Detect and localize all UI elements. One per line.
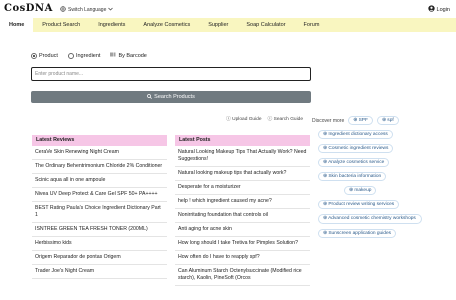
discover-tag[interactable]: ⊕ spf — [376, 116, 399, 125]
tag-label: Product review writing services — [328, 202, 395, 207]
nav-supplier[interactable]: Supplier — [199, 18, 237, 32]
chevron-down-icon — [108, 7, 114, 13]
discover-tag[interactable]: ⊕ Skin bacteria information — [318, 172, 387, 181]
tag-label: Skin bacteria information — [328, 174, 382, 179]
post-item[interactable]: How often do I have to reapply spf? — [175, 251, 310, 265]
tag-label: Analyze cosmetics service — [328, 160, 385, 165]
discover-tag[interactable]: ⊕ Cosmetic ingredient reviews — [318, 144, 394, 153]
tag-label: Advanced cosmetic chemistry workshops — [328, 216, 416, 221]
nav-home[interactable]: Home — [0, 18, 34, 32]
review-item[interactable]: The Ordinary Behentrimonium Chloride 2% … — [32, 160, 167, 174]
radio-ingredient[interactable]: Ingredient — [67, 52, 101, 59]
tag-label: Sunscreen application guides — [328, 231, 392, 236]
search-guide-label: Search Guide — [273, 117, 303, 122]
latest-reviews-panel: Latest Reviews CeraVe Skin Renewing Nigh… — [32, 135, 167, 279]
user-icon — [427, 5, 435, 14]
review-item[interactable]: CeraVe Skin Renewing Night Cream — [32, 146, 167, 160]
review-item[interactable]: BEST Rating Paula's Choice Ingredient Di… — [32, 202, 167, 223]
review-item[interactable]: Nivea UV Deep Protect & Care Gel SPF 50+… — [32, 188, 167, 202]
tag-label: spf — [387, 118, 394, 123]
nav-ingredients[interactable]: Ingredients — [89, 18, 134, 32]
login-button[interactable]: Login — [427, 5, 450, 14]
discover-tag[interactable]: ⊕ Advanced cosmetic chemistry workshops — [318, 214, 422, 224]
discover-tag[interactable]: ⊕ Analyze cosmetics service — [318, 158, 390, 167]
radio-selected-icon — [31, 52, 37, 59]
latest-reviews-title: Latest Reviews — [32, 135, 167, 146]
post-item[interactable]: Can Aluminum Starch Octenylsuccinate (Mo… — [175, 265, 310, 286]
radio-product[interactable]: Product — [31, 52, 58, 59]
nav-forum[interactable]: Forum — [295, 18, 329, 32]
discover-tag[interactable]: ⊕ SPF — [348, 116, 373, 125]
tag-label: Cosmetic ingredient reviews — [328, 146, 389, 151]
search-type-options: Product Ingredient By Barcode — [31, 52, 147, 59]
discover-tag[interactable]: ⊕ Product review writing services — [318, 200, 400, 209]
tag-label: makeup — [354, 188, 372, 193]
review-item[interactable]: Origem Reparador de pontas Origem — [32, 251, 167, 265]
site-logo[interactable]: CosDNA — [4, 3, 53, 14]
latest-posts-title: Latest Posts — [175, 135, 310, 146]
info-icon: ⓘ — [226, 117, 231, 122]
post-item[interactable]: Desperate for a moisturizer — [175, 181, 310, 195]
post-item[interactable]: Natural Looking Makeup Tips That Actuall… — [175, 146, 310, 167]
radio-unselected-icon — [67, 52, 74, 59]
review-item[interactable]: Trader Joe's Night Cream — [32, 265, 167, 279]
post-item[interactable]: Natural looking makeup tips that actuall… — [175, 167, 310, 181]
radio-product-label: Product — [39, 52, 58, 59]
post-item[interactable]: Anti aging for acne skin — [175, 223, 310, 237]
discover-label: Discover more — [312, 117, 345, 124]
search-products-label: Search Products — [154, 94, 195, 100]
guide-links: ⓘ Upload Guide ⓘ Search Guide — [226, 115, 303, 122]
upload-guide-label: Upload Guide — [232, 117, 262, 122]
globe-icon — [60, 6, 66, 14]
login-label: Login — [436, 6, 450, 13]
tag-label: SPF — [358, 118, 368, 123]
review-item[interactable]: Herbissimo kids — [32, 237, 167, 251]
review-item[interactable]: ISNTREE GREEN TEA FRESH TONER (200ML) — [32, 223, 167, 237]
barcode-icon — [110, 52, 116, 59]
main-nav: Home Product Search Ingredients Analyze … — [0, 18, 456, 32]
barcode-label: By Barcode — [118, 52, 147, 59]
latest-posts-panel: Latest Posts Natural Looking Makeup Tips… — [175, 135, 310, 286]
discover-more-panel: Discover more ⊕ SPF ⊕ spf ⊕ Ingredient d… — [312, 116, 430, 241]
product-search-input[interactable]: Enter product name... — [31, 67, 311, 81]
search-icon — [147, 93, 153, 101]
language-switcher[interactable]: Switch Language — [60, 6, 114, 14]
upload-guide-link[interactable]: ⓘ Upload Guide — [226, 115, 262, 122]
post-item[interactable]: Nonirritating foundation that controls o… — [175, 209, 310, 223]
search-guide-link[interactable]: ⓘ Search Guide — [268, 115, 304, 122]
post-item[interactable]: help ! which ingredient caused my acne? — [175, 195, 310, 209]
tag-label: Ingredient dictionary access — [328, 132, 388, 137]
nav-product-search[interactable]: Product Search — [33, 18, 89, 32]
info-icon: ⓘ — [267, 117, 273, 122]
radio-ingredient-label: Ingredient — [75, 52, 101, 59]
discover-header: Discover more ⊕ SPF ⊕ spf — [312, 116, 430, 125]
nav-analyze-cosmetics[interactable]: Analyze Cosmetics — [134, 18, 199, 32]
top-bar: CosDNA Switch Language Login — [0, 0, 456, 18]
search-products-button[interactable]: Search Products — [31, 91, 311, 103]
post-item[interactable]: How long should I take Tretiva for Pimpl… — [175, 237, 310, 251]
nav-soap-calculator[interactable]: Soap Calculator — [237, 18, 294, 32]
language-label: Switch Language — [68, 7, 107, 13]
barcode-option[interactable]: By Barcode — [110, 52, 147, 59]
discover-tag[interactable]: ⊕ makeup — [344, 186, 377, 195]
discover-tag[interactable]: ⊕ Sunscreen application guides — [318, 229, 397, 238]
review-item[interactable]: Scinic aqua all in one ampoule — [32, 174, 167, 188]
discover-tag[interactable]: ⊕ Ingredient dictionary access — [318, 130, 393, 139]
